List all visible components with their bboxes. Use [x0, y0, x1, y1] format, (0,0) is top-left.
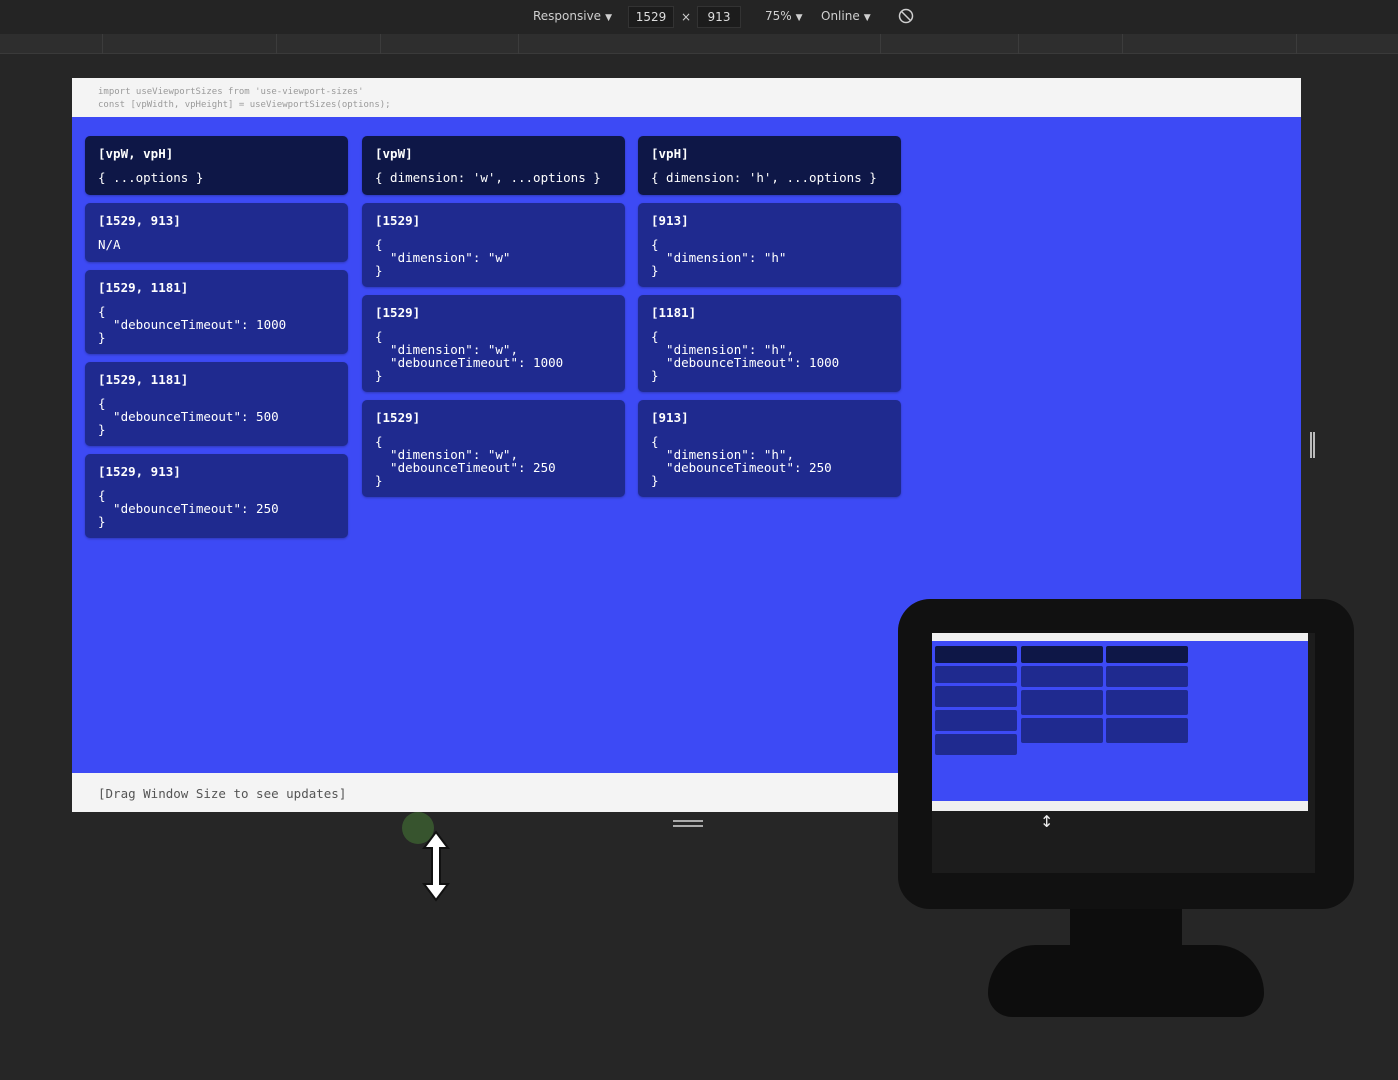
result-card: [1529, 913] { "debounceTimeout": 250 }: [85, 454, 348, 538]
card-title: [vpW, vpH]: [98, 146, 174, 161]
card-title: [1529]: [375, 305, 421, 320]
card-json: { "dimension": "h", "debounceTimeout": 2…: [651, 434, 832, 488]
device-select[interactable]: Responsive ▼: [533, 9, 612, 23]
result-card: [1529] { "dimension": "w", "debounceTimeo…: [362, 295, 625, 392]
card-title: [913]: [651, 410, 689, 425]
column-header-card: [vpH] { dimension: 'h', ...options }: [638, 136, 901, 195]
network-label: Online: [821, 9, 860, 23]
card-options: { dimension: 'w', ...options }: [375, 170, 601, 185]
card-json: { "debounceTimeout": 500 }: [98, 396, 279, 437]
card-json: { "dimension": "h", "debounceTimeout": 1…: [651, 329, 840, 383]
media-query-ruler[interactable]: [0, 34, 1398, 54]
card-title: [1529]: [375, 410, 421, 425]
chevron-down-icon: ▼: [863, 13, 871, 23]
card-title: [913]: [651, 213, 689, 228]
card-json: { "debounceTimeout": 1000 }: [98, 304, 287, 345]
card-json: { "dimension": "h" }: [651, 237, 787, 278]
zoom-label: 75%: [765, 9, 792, 23]
code-line-usage: const [vpWidth, vpHeight] = useViewportS…: [98, 100, 391, 110]
card-title: [1529, 1181]: [98, 280, 189, 295]
column-vpw-vph: [vpW, vpH]{ ...options } [1529, 913] N/A [1…: [85, 136, 348, 546]
card-title: [1529, 1181]: [98, 372, 189, 387]
code-header: import useViewportSizes from 'use-viewpo…: [72, 78, 1301, 117]
card-title: [vpW]: [375, 146, 413, 161]
times-sign: ×: [681, 10, 692, 24]
result-card: [1529, 1181] { "debounceTimeout": 500 }: [85, 362, 348, 446]
card-json: { "dimension": "w" }: [375, 237, 511, 278]
chevron-down-icon: ▼: [605, 13, 612, 23]
width-input[interactable]: 1529: [628, 6, 674, 28]
card-json: { "debounceTimeout": 250 }: [98, 488, 279, 529]
result-card: [1181] { "dimension": "h", "debounceTimeo…: [638, 295, 901, 392]
device-label: Responsive: [533, 9, 602, 23]
column-header-card: [vpW, vpH] { ...options }: [85, 136, 348, 195]
result-card: [1529, 913] N/A: [85, 203, 348, 262]
card-options: { dimension: 'h', ...options }: [651, 170, 877, 185]
result-card: [913] { "dimension": "h" }: [638, 203, 901, 287]
column-header-card: [vpW] { dimension: 'w', ...options }: [362, 136, 625, 195]
bottom-resize-handle[interactable]: [673, 820, 703, 827]
card-title: [1529, 913]: [98, 464, 181, 479]
card-options: { ...options }: [98, 170, 204, 185]
drag-hint: [Drag Window Size to see updates]: [98, 786, 347, 801]
chevron-down-icon: ▼: [795, 13, 803, 23]
rotate-icon[interactable]: [898, 8, 914, 27]
column-vpw: [vpW] { dimension: 'w', ...options } [1529…: [362, 136, 625, 505]
card-title: [1529]: [375, 213, 421, 228]
right-resize-handle[interactable]: [1310, 432, 1315, 458]
card-json: N/A: [98, 237, 121, 252]
monitor-stand-base: [988, 945, 1264, 1017]
result-card: [913] { "dimension": "h", "debounceTimeou…: [638, 400, 901, 497]
zoom-select[interactable]: 75% ▼: [765, 9, 803, 23]
result-card: [1529] { "dimension": "w", "debounceTimeo…: [362, 400, 625, 497]
column-vph: [vpH] { dimension: 'h', ...options } [913]…: [638, 136, 901, 505]
vertical-resize-cursor-icon: [422, 830, 450, 902]
monitor-screen-preview: [932, 633, 1315, 873]
card-json: { "dimension": "w", "debounceTimeout": 2…: [375, 434, 556, 488]
card-title: [1529, 913]: [98, 213, 181, 228]
network-select[interactable]: Online ▼: [821, 9, 871, 23]
mini-resize-cursor-icon: ↕: [1040, 812, 1054, 831]
card-title: [vpH]: [651, 146, 689, 161]
code-line-import: import useViewportSizes from 'use-viewpo…: [98, 87, 364, 97]
card-json: { "dimension": "w", "debounceTimeout": 1…: [375, 329, 564, 383]
height-input[interactable]: 913: [697, 6, 741, 28]
device-toolbar: Responsive ▼ 1529 × 913 75% ▼ Online ▼: [0, 0, 1398, 34]
result-card: [1529] { "dimension": "w" }: [362, 203, 625, 287]
card-title: [1181]: [651, 305, 697, 320]
result-card: [1529, 1181] { "debounceTimeout": 1000 }: [85, 270, 348, 354]
